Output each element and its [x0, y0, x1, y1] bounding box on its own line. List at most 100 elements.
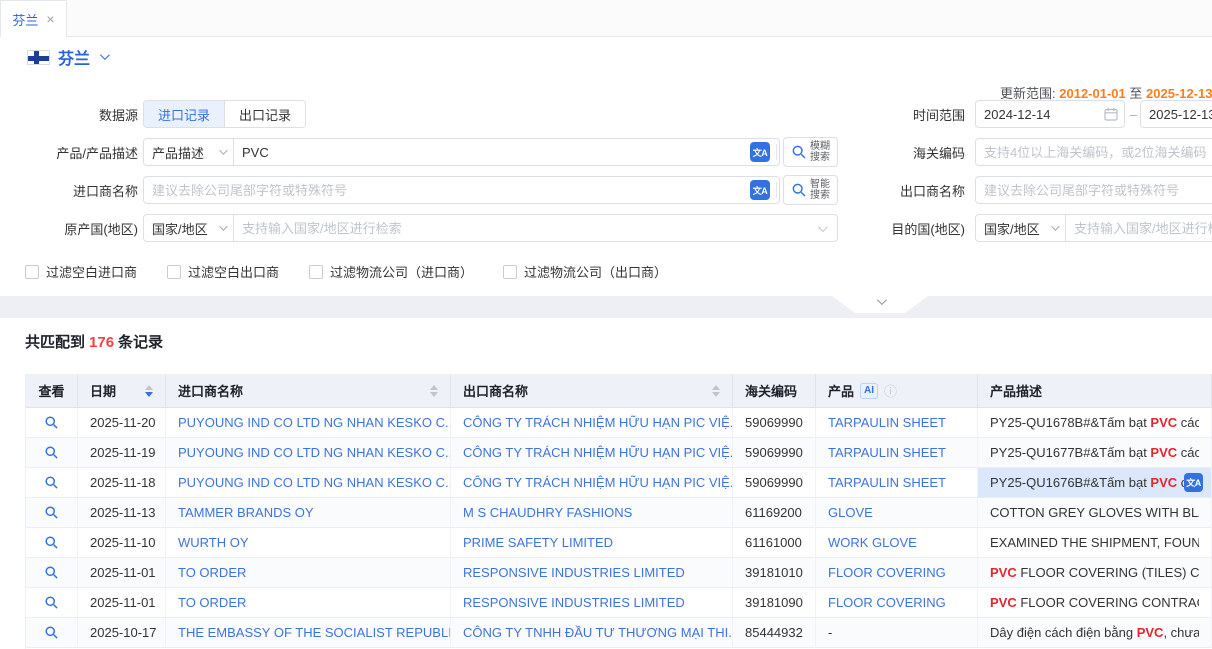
info-icon[interactable]: ⓘ	[884, 381, 897, 400]
search-icon	[791, 144, 807, 160]
column-header-date[interactable]: 日期	[78, 374, 166, 408]
smart-search-button[interactable]: 智能搜索	[783, 175, 838, 205]
date-end-input[interactable]	[1141, 101, 1212, 127]
fuzzy-search-label: 模糊搜索	[810, 141, 830, 164]
column-header-exporter[interactable]: 出口商名称	[451, 374, 733, 408]
calendar-icon[interactable]	[1104, 107, 1118, 121]
checkbox-filter-logistics-importer[interactable]: 过滤物流公司（进口商）	[309, 262, 473, 281]
time-range-label: 时间范围	[845, 105, 965, 124]
filter-checkbox-row: 过滤空白进口商 过滤空白出口商 过滤物流公司（进口商） 过滤物流公司（出口商）	[25, 262, 667, 281]
translate-icon[interactable]: 文A	[750, 142, 770, 162]
table-row: 2025-11-01TO ORDERRESPONSIVE INDUSTRIES …	[26, 558, 1212, 588]
cell-importer-link[interactable]: TO ORDER	[166, 588, 451, 618]
cell-product-link[interactable]: FLOOR COVERING	[816, 558, 978, 588]
import-records-toggle[interactable]: 进口记录	[144, 101, 224, 127]
cell-exporter-link[interactable]: CÔNG TY TRÁCH NHIỆM HỮU HẠN PIC VIỆ...	[451, 468, 733, 498]
origin-input[interactable]	[234, 215, 818, 241]
country-header[interactable]: 芬兰	[27, 45, 107, 69]
translate-icon[interactable]: 文A	[1184, 473, 1203, 492]
hs-code-input[interactable]	[976, 139, 1212, 165]
chevron-down-icon[interactable]	[100, 50, 110, 60]
translate-icon[interactable]: 文A	[750, 180, 770, 200]
date-range-separator: –	[1130, 107, 1137, 122]
search-icon	[791, 182, 807, 198]
column-header-hscode: 海关编码	[733, 374, 816, 408]
product-label: 产品/产品描述	[28, 143, 138, 162]
table-row: 2025-11-01TO ORDERRESPONSIVE INDUSTRIES …	[26, 588, 1212, 618]
product-type-select[interactable]: 产品描述	[144, 139, 234, 165]
tab-finland[interactable]: 芬兰 ×	[0, 0, 67, 37]
cell-importer-link[interactable]: PUYOUNG IND CO LTD NG NHAN KESKO C...	[166, 408, 451, 438]
origin-label: 原产国(地区)	[28, 219, 138, 238]
view-record-button[interactable]	[26, 558, 78, 588]
cell-exporter-link[interactable]: RESPONSIVE INDUSTRIES LIMITED	[451, 558, 733, 588]
cell-date: 2025-11-20	[78, 408, 166, 438]
cell-exporter-link[interactable]: M S CHAUDHRY FASHIONS	[451, 498, 733, 528]
date-start-box	[975, 100, 1125, 128]
product-search-input[interactable]	[234, 139, 744, 165]
cell-importer-link[interactable]: WURTH OY	[166, 528, 451, 558]
cell-exporter-link[interactable]: CÔNG TY TRÁCH NHIỆM HỮU HẠN PIC VIỆ...	[451, 408, 733, 438]
cell-exporter-link[interactable]: PRIME SAFETY LIMITED	[451, 528, 733, 558]
chevron-down-icon[interactable]	[818, 222, 828, 232]
importer-box: 文A	[143, 176, 780, 204]
cell-product-link[interactable]: WORK GLOVE	[816, 528, 978, 558]
importer-input[interactable]	[144, 177, 744, 203]
match-count-line: 共匹配到176条记录	[25, 331, 163, 352]
view-record-button[interactable]	[26, 528, 78, 558]
close-icon[interactable]: ×	[46, 12, 54, 26]
cell-hscode: 61161000	[733, 528, 816, 558]
export-records-toggle[interactable]: 出口记录	[224, 101, 305, 127]
view-record-button[interactable]	[26, 408, 78, 438]
hs-code-box	[975, 138, 1212, 166]
destination-input[interactable]	[1066, 215, 1212, 241]
sort-icon-date[interactable]	[145, 385, 153, 397]
checkbox-filter-blank-exporter[interactable]: 过滤空白出口商	[167, 262, 279, 281]
sort-icon-exporter[interactable]	[712, 385, 720, 397]
checkbox-label: 过滤空白出口商	[188, 262, 279, 281]
view-record-button[interactable]	[26, 438, 78, 468]
cell-product-link[interactable]: TARPAULIN SHEET	[816, 468, 978, 498]
app-window: 芬兰 × 芬兰 更新范围: 2012-01-01 至 2025-12-13 数据…	[0, 0, 1212, 649]
cell-date: 2025-11-01	[78, 558, 166, 588]
exporter-box	[975, 176, 1212, 204]
magnifier-icon	[44, 445, 59, 460]
cell-exporter-link[interactable]: CÔNG TY TRÁCH NHIỆM HỮU HẠN PIC VIỆ...	[451, 438, 733, 468]
cell-importer-link[interactable]: PUYOUNG IND CO LTD NG NHAN KESKO C...	[166, 438, 451, 468]
cell-product-description: PY25-QU1678B#&Tấm bạt PVC các l...	[978, 408, 1212, 438]
origin-country-select[interactable]: 国家/地区	[144, 215, 234, 241]
cell-importer-link[interactable]: PUYOUNG IND CO LTD NG NHAN KESKO C...	[166, 468, 451, 498]
cell-product-link[interactable]: FLOOR COVERING	[816, 588, 978, 618]
column-header-importer[interactable]: 进口商名称	[166, 374, 451, 408]
cell-exporter-link[interactable]: CÔNG TY TNHH ĐẦU TƯ THƯƠNG MẠI THI...	[451, 618, 733, 648]
sort-icon-importer[interactable]	[430, 385, 438, 397]
view-record-button[interactable]	[26, 618, 78, 648]
view-record-button[interactable]	[26, 468, 78, 498]
cell-product-link[interactable]: GLOVE	[816, 498, 978, 528]
cell-product-description: EXAMINED THE SHIPMENT, FOUND ...	[978, 528, 1212, 558]
cell-importer-link[interactable]: THE EMBASSY OF THE SOCIALIST REPUBLIC...	[166, 618, 451, 648]
view-record-button[interactable]	[26, 588, 78, 618]
checkbox-filter-logistics-exporter[interactable]: 过滤物流公司（出口商）	[503, 262, 667, 281]
checkbox-filter-blank-importer[interactable]: 过滤空白进口商	[25, 262, 137, 281]
cell-product-link[interactable]: TARPAULIN SHEET	[816, 438, 978, 468]
exporter-input[interactable]	[976, 177, 1212, 203]
date-start-input[interactable]	[976, 101, 1104, 127]
table-header-row: 查看 日期 进口商名称 出口商名称 海关编码 产品 AI ⓘ	[26, 374, 1212, 408]
divider	[776, 144, 777, 160]
cell-hscode: 85444932	[733, 618, 816, 648]
cell-exporter-link[interactable]: RESPONSIVE INDUSTRIES LIMITED	[451, 588, 733, 618]
table-row: 2025-11-18PUYOUNG IND CO LTD NG NHAN KES…	[26, 468, 1212, 498]
checkbox-label: 过滤空白进口商	[46, 262, 137, 281]
page-background-band	[0, 296, 1212, 318]
column-header-product: 产品 AI ⓘ	[816, 374, 978, 408]
table-row: 2025-11-19PUYOUNG IND CO LTD NG NHAN KES…	[26, 438, 1212, 468]
cell-date: 2025-10-17	[78, 618, 166, 648]
cell-importer-link[interactable]: TO ORDER	[166, 558, 451, 588]
cell-importer-link[interactable]: TAMMER BRANDS OY	[166, 498, 451, 528]
destination-country-select[interactable]: 国家/地区	[976, 215, 1066, 241]
ai-badge: AI	[860, 383, 878, 399]
fuzzy-search-button[interactable]: 模糊搜索	[783, 137, 838, 167]
cell-product-link[interactable]: TARPAULIN SHEET	[816, 408, 978, 438]
view-record-button[interactable]	[26, 498, 78, 528]
